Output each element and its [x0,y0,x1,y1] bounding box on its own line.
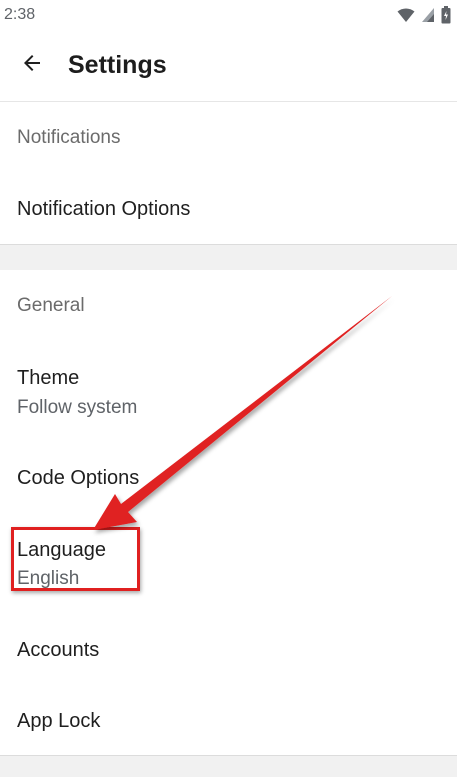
signal-icon [421,7,435,23]
wifi-icon [397,7,415,23]
item-title: App Lock [17,710,101,732]
item-title: Accounts [17,639,100,661]
page-title: Settings [68,51,167,79]
highlight-box [11,527,140,591]
item-title: Theme [17,367,80,389]
section-header-notifications: Notifications [17,127,121,148]
settings-item-app-lock[interactable]: App Lock [0,709,457,739]
app-bar: Settings [0,30,457,102]
settings-item-accounts[interactable]: Accounts [0,638,457,668]
item-title: Notification Options [17,198,191,220]
battery-icon [441,6,451,24]
status-time: 2:38 [4,6,36,23]
arrow-left-icon [20,51,44,80]
status-bar: 2:38 [0,0,457,30]
section-header-general: General [17,295,85,316]
back-button[interactable] [8,42,56,90]
settings-item-notification-options[interactable]: Notification Options [0,197,457,237]
item-subtitle: Follow system [17,397,138,418]
status-icons [397,6,451,24]
settings-item-theme[interactable]: Theme Follow system [0,366,457,426]
section-divider [0,755,457,777]
settings-item-code-options[interactable]: Code Options [0,466,457,496]
item-title: Code Options [17,467,140,489]
section-divider [0,244,457,270]
